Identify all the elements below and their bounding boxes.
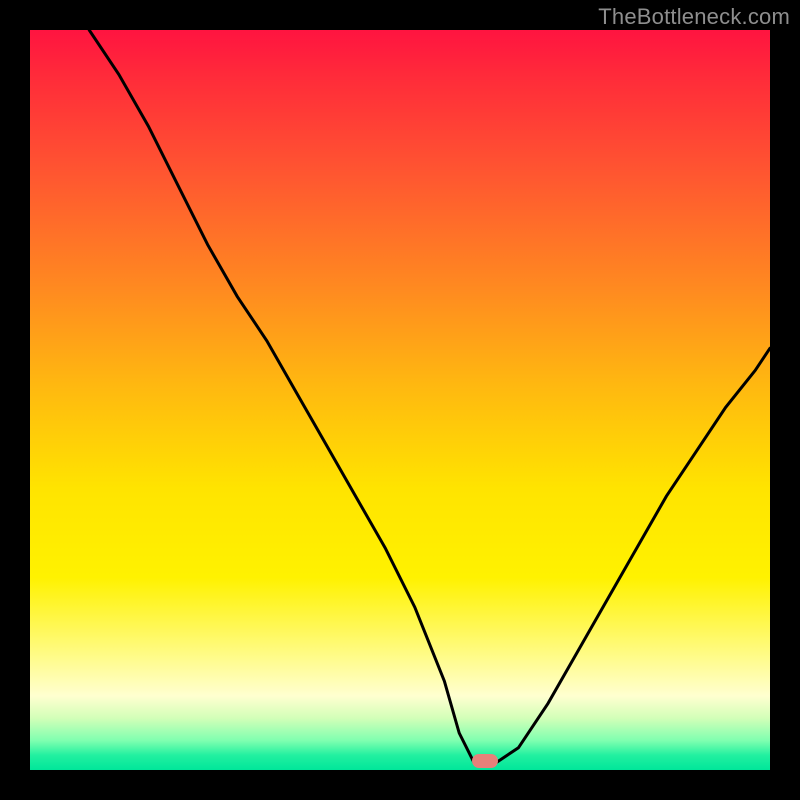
- bottleneck-curve: [30, 30, 770, 770]
- optimal-marker: [472, 754, 498, 768]
- watermark-text: TheBottleneck.com: [598, 4, 790, 30]
- plot-area: [30, 30, 770, 770]
- chart-frame: TheBottleneck.com: [0, 0, 800, 800]
